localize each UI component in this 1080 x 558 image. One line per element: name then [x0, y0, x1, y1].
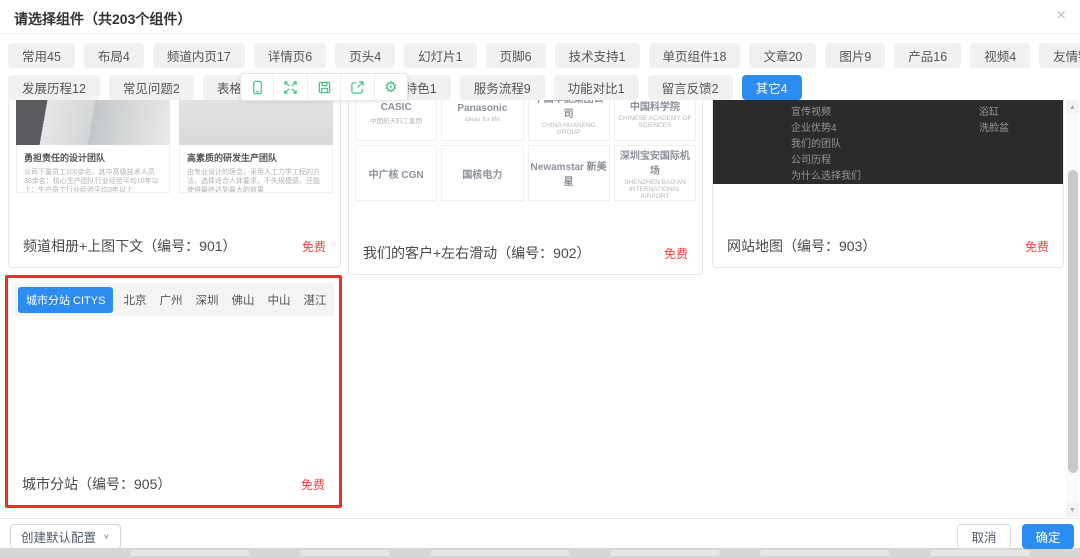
- component-card-901[interactable]: 勇担责任的设计团队 公司下属员工100余名，其中高级技术人员30余名；核心生产团…: [8, 100, 341, 268]
- sitemap-link: 洗脸盆: [979, 121, 1009, 137]
- component-card-902[interactable]: CASIC中国航天科工集团Panasonicideas for life中国华能…: [348, 100, 703, 275]
- category-tab[interactable]: 服务流程9: [460, 75, 545, 100]
- category-tab[interactable]: 文章20: [749, 43, 816, 68]
- preview-tile: 高素质的研发生产团队 由专业设计的理念，采用人工力学工程的方法，选择适合人体要求…: [179, 100, 333, 193]
- city-link[interactable]: 北京: [123, 292, 146, 308]
- category-tab[interactable]: 详情页6: [254, 43, 326, 68]
- sitemap-link: 宣传视频: [791, 105, 861, 121]
- city-link[interactable]: 深圳: [195, 292, 218, 308]
- category-tab[interactable]: 图片9: [825, 43, 885, 68]
- client-logo: CASIC中国航天科工集团: [355, 100, 437, 141]
- component-name: 城市分站（编号：905）: [22, 474, 171, 494]
- category-tab[interactable]: 幻灯片1: [404, 43, 476, 68]
- category-tab[interactable]: 留言反馈2: [648, 75, 733, 100]
- category-tab[interactable]: 常见问题2: [109, 75, 194, 100]
- settings-icon[interactable]: ⚙: [374, 74, 407, 100]
- tile-desc: 由专业设计的理念，采用人工力学工程的方法，选择适合人体要求，不失规模感，还能使得…: [187, 168, 325, 193]
- category-tabs-row1: 常用45 布局4 频道内页17 详情页6 页头4 幻灯片1 页脚6 技术支持1 单页组件18 文章…: [8, 43, 1076, 68]
- category-tab[interactable]: 单页组件18: [649, 43, 741, 68]
- tile-desc: 公司下属员工100余名，其中高级技术人员30余名；核心生产团队行业经验平均10年…: [24, 168, 162, 193]
- client-logo-sub: CHINESE ACADEMY OF SCIENCES: [617, 115, 693, 129]
- share-icon[interactable]: [340, 74, 373, 100]
- category-tab[interactable]: 布局4: [84, 43, 144, 68]
- dialog-header: 请选择组件（共203个组件） ×: [0, 0, 1080, 34]
- city-link[interactable]: 佛山: [231, 292, 254, 308]
- category-tab[interactable]: 常用45: [8, 43, 75, 68]
- scrollbar-thumb[interactable]: [1068, 170, 1078, 473]
- card-902-logo-wall: CASIC中国航天科工集团Panasonicideas for life中国华能…: [355, 100, 696, 201]
- create-default-config-button[interactable]: 创建默认配置 ∨: [10, 524, 121, 549]
- client-logo-sub: CHINA HUANENG GROUP: [531, 122, 607, 136]
- free-badge: 免费: [664, 245, 688, 262]
- client-logo: Panasonicideas for life: [441, 100, 523, 141]
- sitemap-column: 台盆浴缸洗脸盆: [979, 100, 1009, 184]
- card-901-preview: 勇担责任的设计团队 公司下属员工100余名，其中高级技术人员30余名；核心生产团…: [16, 100, 333, 193]
- category-tab[interactable]: 其它4: [742, 75, 802, 100]
- city-list: 北京广州深圳佛山中山湛江河源韶关清远: [123, 292, 334, 308]
- component-hover-toolbar: ⚙: [240, 73, 408, 101]
- sitemap-link: 企业优势4: [791, 121, 861, 137]
- vertical-scrollbar[interactable]: ▲ ▼: [1066, 100, 1079, 517]
- category-tab[interactable]: 功能对比1: [554, 75, 639, 100]
- city-sites-chip[interactable]: 城市分站 CITYS: [18, 287, 113, 313]
- category-tab[interactable]: 页头4: [335, 43, 395, 68]
- scroll-up-icon[interactable]: ▲: [1066, 100, 1079, 114]
- component-card-905-selected[interactable]: 城市分站 CITYS 北京广州深圳佛山中山湛江河源韶关清远 城市分站（编号：90…: [5, 275, 342, 508]
- category-tabs-row2: 发展历程12常见问题2表格2联系我们4优势特色1服务流程9功能对比1留言反馈2其…: [8, 75, 1076, 100]
- sitemap-column: 组织架构宣传视频企业优势4我们的团队公司历程为什么选择我们: [791, 100, 861, 184]
- tile-title: 高素质的研发生产团队: [187, 151, 325, 164]
- client-logo: 深圳宝安国际机场SHENZHEN BAO'AN INTERNATIONAL AI…: [614, 145, 696, 201]
- component-card-903[interactable]: 组织架构宣传视频企业优势4我们的团队公司历程为什么选择我们 台盆浴缸洗脸盆 网站…: [712, 100, 1064, 268]
- client-logo: 中国华能集团公司CHINA HUANENG GROUP: [528, 100, 610, 141]
- preview-tile: 勇担责任的设计团队 公司下属员工100余名，其中高级技术人员30余名；核心生产团…: [16, 100, 170, 193]
- category-tab[interactable]: 视频4: [970, 43, 1030, 68]
- category-tab[interactable]: 技术支持1: [555, 43, 640, 68]
- city-link[interactable]: 湛江: [303, 292, 326, 308]
- dialog-footer: 创建默认配置 ∨ 取消 确定: [0, 518, 1080, 548]
- scroll-down-icon[interactable]: ▼: [1066, 503, 1079, 517]
- client-logo-sub: SHENZHEN BAO'AN INTERNATIONAL AIRPORT: [617, 179, 693, 200]
- mobile-preview-icon[interactable]: [241, 74, 273, 100]
- card-905-city-bar: 城市分站 CITYS 北京广州深圳佛山中山湛江河源韶关清远: [13, 283, 334, 316]
- background-page-strip: [0, 548, 1080, 558]
- category-tab[interactable]: 产品16: [894, 43, 961, 68]
- sitemap-link: 我们的团队: [791, 137, 861, 153]
- category-tab[interactable]: 发展历程12: [8, 75, 100, 100]
- client-logo: 国核电力: [441, 145, 523, 201]
- category-tab[interactable]: 友情链接3: [1039, 43, 1080, 68]
- category-tab[interactable]: 页脚6: [486, 43, 546, 68]
- component-name: 网站地图（编号：903）: [727, 236, 876, 256]
- save-icon[interactable]: [307, 74, 340, 100]
- tile-title: 勇担责任的设计团队: [24, 151, 162, 164]
- component-list-viewport: 勇担责任的设计团队 公司下属员工100余名，其中高级技术人员30余名；核心生产团…: [0, 100, 1066, 517]
- client-logo-sub: 中国航天科工集团: [370, 115, 422, 125]
- free-badge: 免费: [301, 476, 325, 493]
- fullscreen-icon[interactable]: [273, 74, 306, 100]
- sitemap-link: 为什么选择我们: [791, 169, 861, 185]
- chevron-down-icon: ∨: [103, 532, 110, 541]
- client-logo: 中国科学院CHINESE ACADEMY OF SCIENCES: [614, 100, 696, 141]
- card-903-sitemap-preview: 组织架构宣传视频企业优势4我们的团队公司历程为什么选择我们 台盆浴缸洗脸盆: [713, 100, 1063, 184]
- preview-photo: [16, 100, 170, 145]
- close-icon[interactable]: ×: [1057, 7, 1066, 25]
- client-logo-sub: ideas for life: [465, 116, 500, 123]
- create-default-config-label: 创建默认配置: [21, 527, 96, 546]
- free-badge: 免费: [1025, 238, 1049, 255]
- category-tab[interactable]: 频道内页17: [153, 43, 245, 68]
- component-picker-dialog: 请选择组件（共203个组件） × 常用45 布局4 频道内页17 详情页6 页头4 幻灯片…: [0, 0, 1080, 558]
- dialog-title: 请选择组件（共203个组件）: [14, 9, 191, 29]
- city-link[interactable]: 中山: [267, 292, 290, 308]
- preview-photo: [179, 100, 333, 145]
- sitemap-link: 浴缸: [979, 105, 1009, 121]
- confirm-button[interactable]: 确定: [1022, 524, 1074, 549]
- component-name: 频道相册+上图下文（编号：901）: [23, 236, 237, 256]
- cancel-button[interactable]: 取消: [957, 524, 1011, 549]
- component-name: 我们的客户+左右滑动（编号：902）: [363, 243, 591, 263]
- client-logo: Newamstar 新美星: [528, 145, 610, 201]
- city-link[interactable]: 广州: [159, 292, 182, 308]
- client-logo: 中广核 CGN: [355, 145, 437, 201]
- sitemap-link: 公司历程: [791, 153, 861, 169]
- free-badge: 免费: [302, 238, 326, 255]
